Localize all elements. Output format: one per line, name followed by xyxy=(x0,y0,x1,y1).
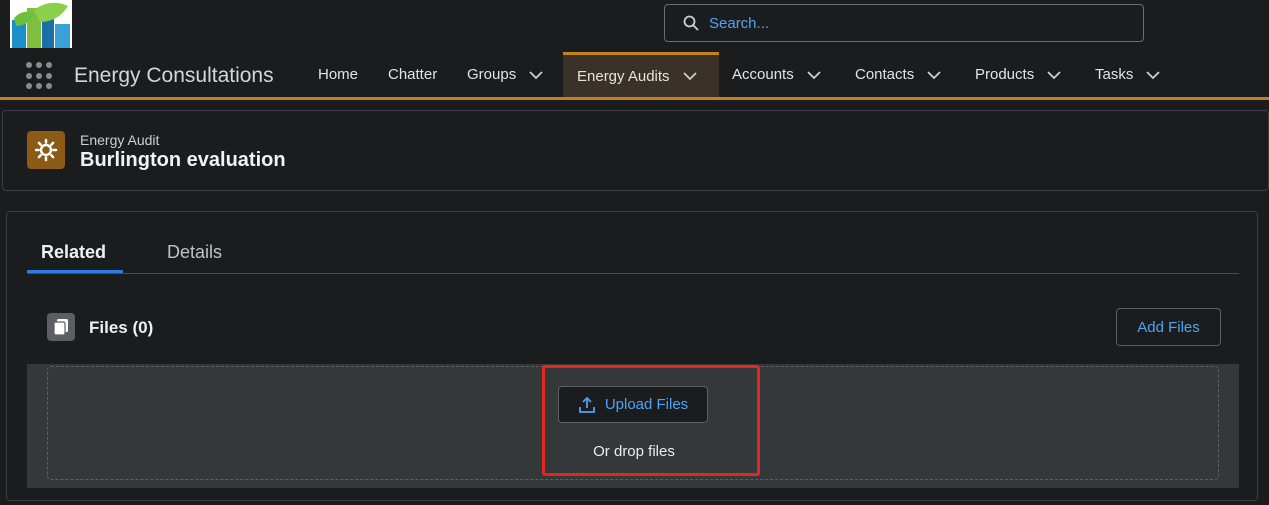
nav-item-chatter[interactable]: Chatter xyxy=(388,52,437,97)
files-title: Files (0) xyxy=(89,318,154,337)
nav-item-label: Chatter xyxy=(388,66,438,83)
search-input[interactable]: Search... xyxy=(709,15,769,32)
chevron-down-icon[interactable] xyxy=(1046,67,1062,83)
nav-item-label: Tasks xyxy=(1095,66,1134,83)
search-icon xyxy=(683,15,699,31)
chevron-down-icon[interactable] xyxy=(926,67,942,83)
nav-item-label: Products xyxy=(975,66,1035,83)
files-icon xyxy=(47,313,75,341)
record-header: Energy Audit Burlington evaluation xyxy=(2,110,1269,191)
files-card-header: Files (0) Add Files xyxy=(27,300,1239,362)
chevron-down-icon[interactable] xyxy=(682,68,698,84)
record-title: Burlington evaluation xyxy=(80,149,286,171)
nav-item-products[interactable]: Products xyxy=(975,52,1062,97)
record-object-type: Energy Audit xyxy=(80,132,160,148)
nav-item-groups[interactable]: Groups xyxy=(467,52,544,97)
nav-item-tasks[interactable]: Tasks xyxy=(1095,52,1161,97)
global-header: Search... xyxy=(0,0,1269,52)
nav-item-label: Contacts xyxy=(855,66,915,83)
nav-item-label: Accounts xyxy=(732,66,794,83)
file-dropzone[interactable]: Upload Files Or drop files xyxy=(47,365,1219,480)
navigation-bar: Energy Consultations Home Chatter Groups… xyxy=(0,52,1269,100)
app-launcher-icon[interactable] xyxy=(26,62,54,90)
add-files-button[interactable]: Add Files xyxy=(1116,308,1221,346)
company-logo[interactable] xyxy=(10,0,72,48)
chevron-down-icon[interactable] xyxy=(1145,67,1161,83)
gear-icon xyxy=(27,131,65,169)
nav-item-label: Home xyxy=(318,66,359,83)
highlight-box xyxy=(542,365,760,476)
tab-details[interactable]: Details xyxy=(167,242,222,263)
app-name: Energy Consultations xyxy=(74,64,274,87)
chevron-down-icon[interactable] xyxy=(528,67,544,83)
tab-related[interactable]: Related xyxy=(41,242,106,263)
nav-item-home[interactable]: Home xyxy=(318,52,358,97)
nav-item-label: Groups xyxy=(467,66,517,83)
global-search[interactable]: Search... xyxy=(664,4,1144,42)
files-drop-area: Upload Files Or drop files xyxy=(27,364,1239,488)
nav-item-accounts[interactable]: Accounts xyxy=(732,52,822,97)
nav-item-label: Energy Audits xyxy=(577,67,670,85)
active-tab-indicator xyxy=(27,270,123,273)
chevron-down-icon[interactable] xyxy=(806,67,822,83)
record-tabs: Related Details xyxy=(27,232,1239,274)
nav-item-contacts[interactable]: Contacts xyxy=(855,52,942,97)
record-content: Related Details Files (0) Add Files Uplo… xyxy=(6,211,1258,501)
nav-item-energy-audits[interactable]: Energy Audits xyxy=(563,52,719,97)
